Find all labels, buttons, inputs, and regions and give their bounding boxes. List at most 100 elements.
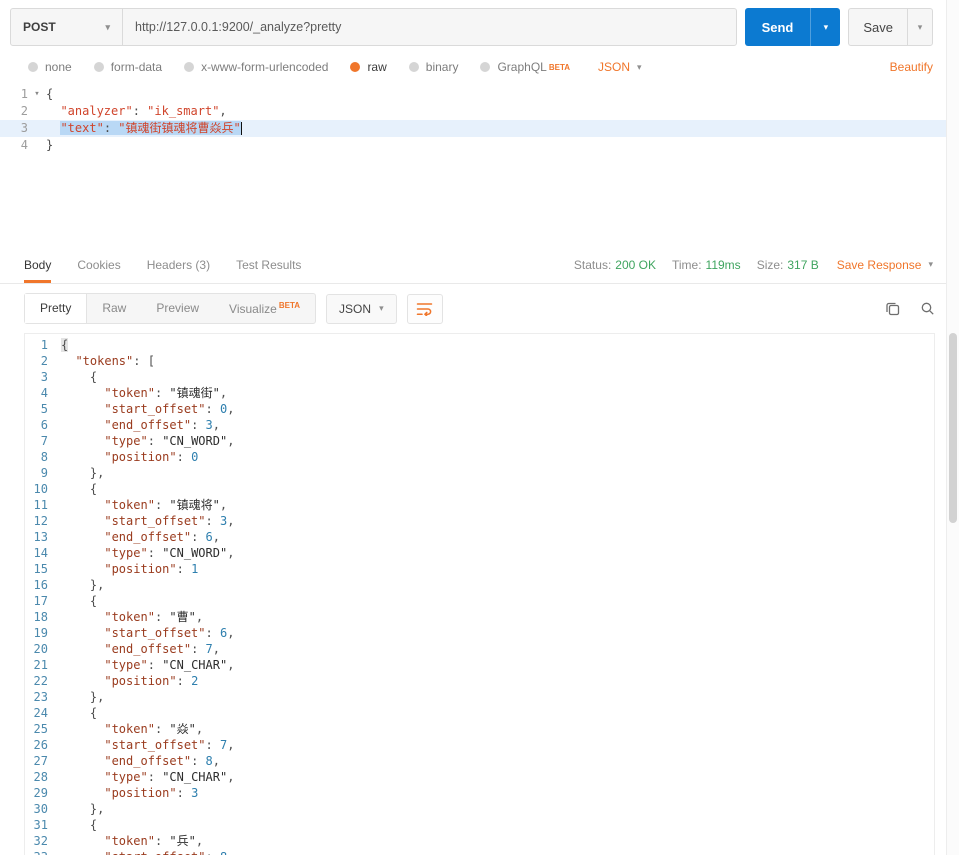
response-line-code: "position": 2 (61, 673, 198, 689)
editor-line-code: "text": "镇魂街镇魂将曹焱兵" (46, 120, 242, 137)
json-token: 2 (191, 674, 199, 688)
json-token: 1 (191, 562, 199, 576)
body-type-none[interactable]: none (28, 60, 72, 74)
editor-line[interactable]: 1 ▾{ (0, 86, 959, 103)
view-tab-pretty[interactable]: Pretty (25, 294, 88, 323)
chevron-down-icon: ▾ (917, 21, 923, 32)
json-token: , (219, 104, 227, 118)
response-line: 17 { (25, 593, 934, 609)
response-tab-headers-3[interactable]: Headers (3) (147, 246, 210, 283)
line-number: 13 (33, 530, 48, 544)
response-line-code: "type": "CN_CHAR", (61, 769, 234, 785)
line-number: 8 (40, 450, 48, 464)
body-type-graphql[interactable]: GraphQL BETA (480, 60, 570, 74)
response-line: 32 "token": "兵", (25, 833, 934, 849)
json-token: "焱" (169, 722, 196, 736)
line-number: 7 (40, 434, 48, 448)
response-line: 31 { (25, 817, 934, 833)
json-token: : (205, 402, 213, 416)
response-line-code: "start_offset": 0, (61, 401, 234, 417)
meta-label: Time: (671, 257, 702, 272)
radio-icon (93, 62, 104, 72)
line-number: 33 (25, 849, 61, 855)
json-token: { (61, 706, 98, 720)
body-type-form-data[interactable]: form-data (93, 60, 163, 74)
chevron-down-icon: ▾ (637, 61, 642, 72)
response-line: 15 "position": 1 (25, 561, 934, 577)
line-number: 4 (20, 138, 28, 152)
meta-time: Time: 119ms (672, 258, 741, 272)
json-token: { (46, 87, 54, 101)
save-options-button[interactable]: ▾ (907, 8, 933, 46)
line-number: 10 (33, 482, 48, 496)
editor-line[interactable]: 2 "analyzer": "ik_smart", (0, 103, 959, 120)
view-tab-visualize[interactable]: Visualize BETA (214, 294, 315, 323)
view-tab-raw[interactable]: Raw (87, 294, 141, 323)
language-label: JSON (598, 60, 631, 74)
json-token: , (227, 546, 235, 560)
json-token: { (61, 482, 98, 496)
editor-line[interactable]: 4} (0, 137, 959, 154)
method-select[interactable]: POST ▾ (11, 9, 123, 45)
save-response-button[interactable]: Save Response ▾ (837, 258, 933, 272)
beautify-link[interactable]: Beautify (890, 60, 933, 74)
response-line: 33 "start_offset": 8, (25, 849, 934, 855)
json-token: 7 (205, 642, 213, 656)
search-button[interactable] (920, 301, 935, 316)
json-token: 6 (205, 530, 213, 544)
fold-caret-icon[interactable]: ▾ (28, 86, 46, 103)
view-tab-preview[interactable]: Preview (141, 294, 214, 323)
response-line-code: { (61, 481, 97, 497)
scrollbar-thumb[interactable] (949, 333, 957, 523)
line-number: 28 (33, 770, 48, 784)
editor-line[interactable]: 3 "text": "镇魂街镇魂将曹焱兵" (0, 120, 959, 137)
response-format-select[interactable]: JSON ▾ (326, 293, 397, 324)
body-type-raw[interactable]: raw (350, 60, 387, 74)
json-token: "token" (104, 498, 155, 512)
language-select[interactable]: JSON ▾ (598, 60, 642, 74)
response-line-code: "token": "曹", (61, 609, 203, 625)
response-line: 23 }, (25, 689, 934, 705)
json-token: "type" (104, 770, 148, 784)
body-type-label: form-data (110, 60, 163, 74)
body-type-x-www-form-urlencoded[interactable]: x-www-form-urlencoded (184, 60, 328, 74)
line-number: 6 (40, 418, 48, 432)
response-tab-test-results[interactable]: Test Results (236, 246, 301, 283)
scrollbar-track[interactable] (946, 0, 959, 855)
json-token: }, (61, 802, 105, 816)
line-number: 22 (33, 674, 48, 688)
method-label: POST (23, 20, 56, 34)
chevron-down-icon: ▾ (823, 21, 829, 32)
response-tab-body[interactable]: Body (24, 246, 52, 283)
response-tab-cookies[interactable]: Cookies (77, 246, 120, 283)
json-token: , (212, 418, 220, 432)
response-line-code: "start_offset": 7, (61, 737, 234, 753)
meta-value: 200 OK (615, 257, 656, 272)
body-type-binary[interactable]: binary (408, 60, 458, 74)
save-button[interactable]: Save (848, 8, 907, 46)
body-type-label: raw (367, 60, 387, 74)
json-token: "end_offset" (104, 530, 192, 544)
json-token: [ (140, 354, 155, 368)
json-token: : (147, 658, 155, 672)
copy-button[interactable] (885, 301, 900, 316)
response-line-code: "token": "镇魂街", (61, 385, 227, 401)
json-token: : (205, 738, 213, 752)
send-button[interactable]: Send (744, 8, 811, 46)
wrap-text-button[interactable] (406, 293, 443, 324)
request-body-editor[interactable]: 1 ▾{2 "analyzer": "ik_smart", 3 "text": "镇… (0, 84, 959, 234)
line-number: 20 (33, 642, 48, 656)
send-options-button[interactable]: ▾ (810, 8, 841, 46)
json-token: "start_offset" (104, 626, 206, 640)
line-number: 21 (33, 658, 48, 672)
url-input[interactable] (123, 9, 736, 45)
json-token: , (227, 514, 235, 528)
